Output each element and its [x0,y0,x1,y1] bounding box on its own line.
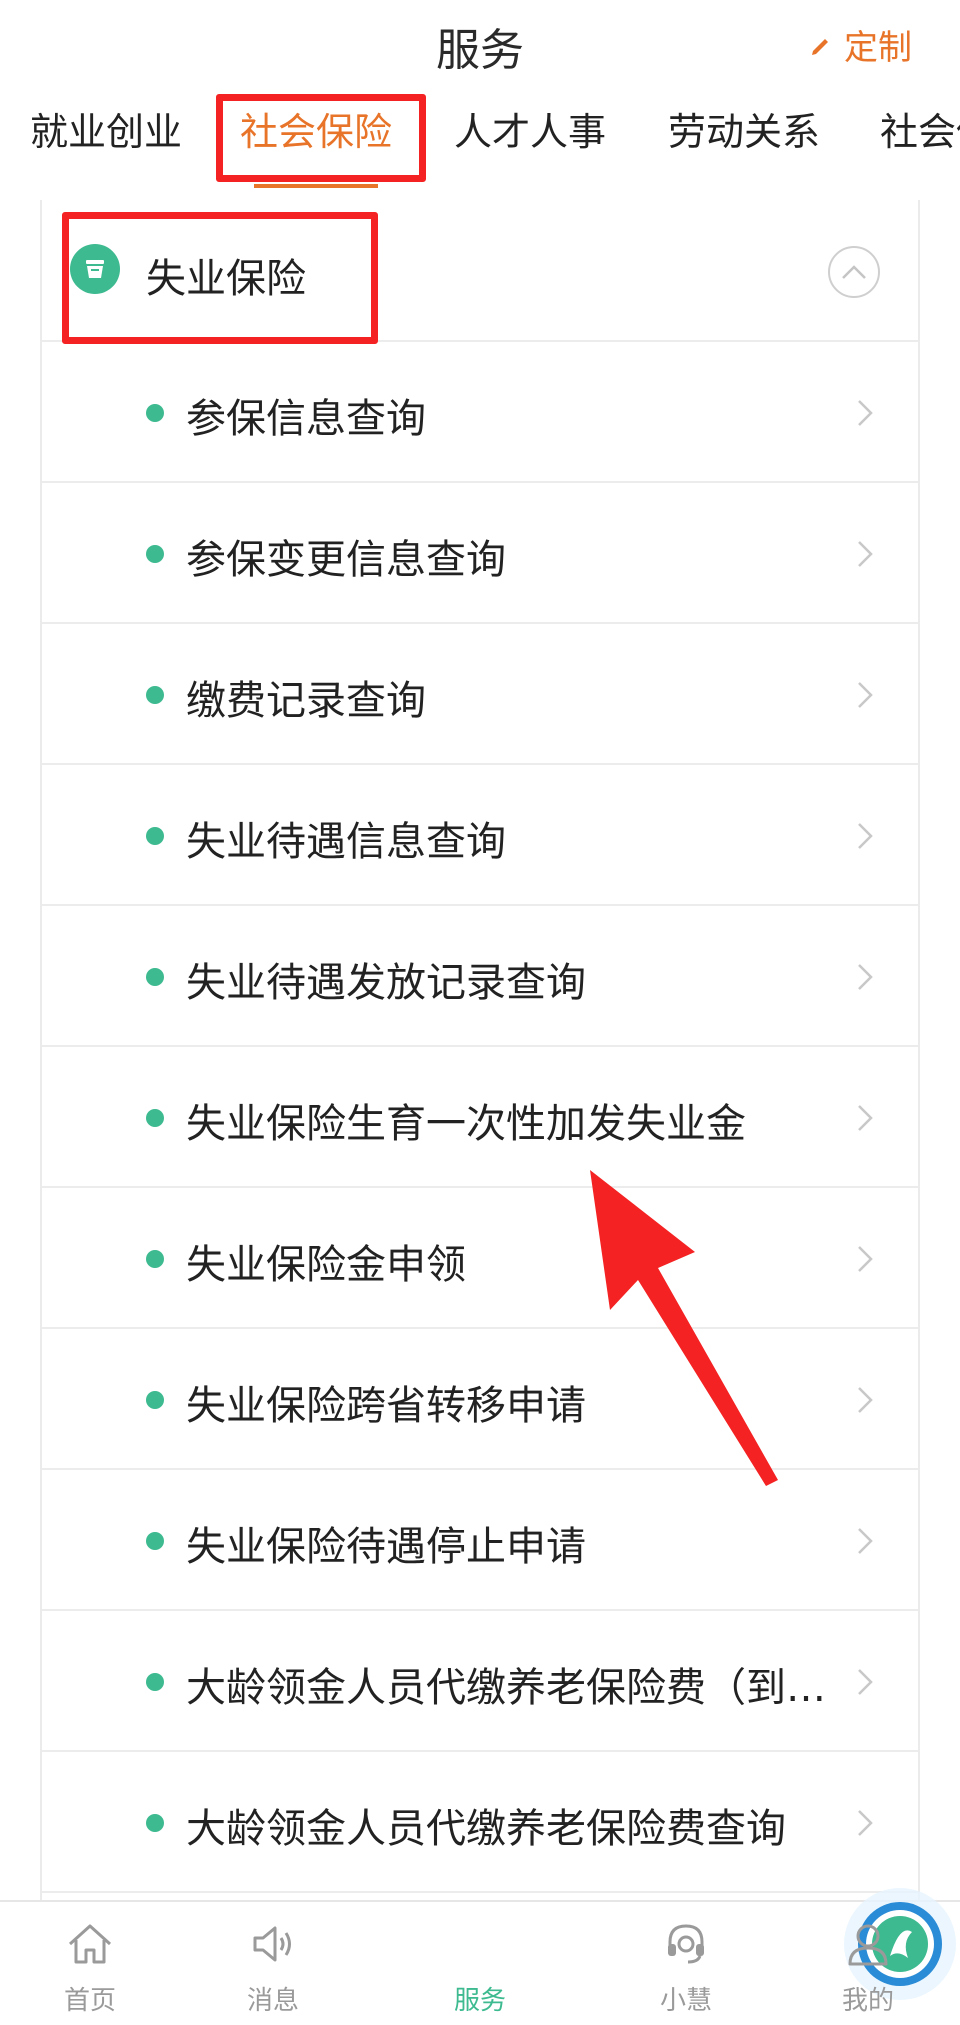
home-icon [68,1924,112,1964]
group-title: 失业保险 [146,256,306,302]
list-item[interactable]: 失业待遇信息查询 [42,765,918,906]
chevron-right-icon [858,1528,873,1554]
item-label: 失业保险金申领 [186,1242,466,1288]
tab-label: 人才人事 [454,110,607,154]
user-icon [848,1924,888,1966]
list-item[interactable]: 大龄领金人员代缴养老保险费（到… [42,1611,918,1752]
customize-label: 定制 [844,28,912,68]
bottom-nav: 首页 消息 服务 小慧 我的 [0,1888,960,2025]
speaker-icon [253,1926,291,1962]
service-list: 参保信息查询 参保变更信息查询 缴费记录查询 失业待遇信息查询 失业待遇发放记录 [42,342,918,1893]
customize-button[interactable]: 定制 [810,20,912,69]
list-item[interactable]: 失业保险跨省转移申请 [42,1329,918,1470]
nav-label: 消息 [246,1986,299,2016]
service-card: 失业保险 参保信息查询 参保变更信息查询 缴费记录查询 失业待遇信息查询 失业待… [40,200,920,1900]
list-item[interactable]: 参保信息查询 [42,342,918,483]
chevron-right-icon [858,541,873,567]
nav-label: 首页 [63,1986,116,2016]
list-item[interactable]: 缴费记录查询 [42,624,918,765]
nav-assistant[interactable]: 小慧 [626,1918,746,2017]
service-page: 服务 定制 就业创业 社会保险 人才人事 劳动关系 社会保 [0,0,960,2025]
tab-labor-relations[interactable]: 劳动关系 [660,92,828,192]
active-tab-underline [254,184,379,188]
nav-home[interactable]: 首页 [30,1918,150,2017]
item-label: 参保信息查询 [186,396,426,442]
chevron-right-icon [858,1105,873,1131]
header: 服务 定制 [0,0,960,88]
nav-label: 服务 [453,1986,506,2016]
nav-service[interactable]: 服务 [420,1888,956,2017]
bullet-dot [146,1391,164,1409]
list-item[interactable]: 失业待遇发放记录查询 [42,906,918,1047]
chevron-right-icon [858,1669,873,1695]
chevron-right-icon [858,1246,873,1272]
nav-label: 小慧 [659,1986,712,2016]
tab-talent[interactable]: 人才人事 [446,92,614,192]
collapse-button[interactable] [828,246,880,298]
tab-label: 社会保险 [240,110,393,154]
nav-label: 我的 [841,1986,894,2016]
bullet-dot [146,827,164,845]
tab-social-more[interactable]: 社会保 [872,92,960,192]
list-item[interactable]: 参保变更信息查询 [42,483,918,624]
insurance-icon [70,244,120,294]
bullet-dot [146,1532,164,1550]
item-label: 失业待遇信息查询 [186,819,506,865]
item-label: 大龄领金人员代缴养老保险费（到… [186,1665,826,1711]
tab-label: 就业创业 [30,110,183,154]
item-label: 失业保险待遇停止申请 [186,1524,586,1570]
item-label: 缴费记录查询 [186,678,426,724]
bullet-dot [146,1250,164,1268]
headset-icon [668,1924,704,1964]
bullet-dot [146,545,164,563]
item-label: 失业保险跨省转移申请 [186,1383,586,1429]
tab-label: 劳动关系 [668,110,821,154]
chevron-right-icon [858,964,873,990]
item-label: 失业保险生育一次性加发失业金 [186,1101,746,1147]
chevron-right-icon [858,1810,873,1836]
bullet-dot [146,1814,164,1832]
chevron-right-icon [858,1387,873,1413]
chevron-right-icon [858,823,873,849]
group-header[interactable]: 失业保险 [42,200,918,342]
list-item[interactable]: 失业保险待遇停止申请 [42,1470,918,1611]
chevron-right-icon [858,682,873,708]
bullet-dot [146,968,164,986]
item-label: 失业待遇发放记录查询 [186,960,586,1006]
bullet-dot [146,686,164,704]
category-tabs: 就业创业 社会保险 人才人事 劳动关系 社会保 [0,92,960,192]
pencil-icon [812,38,828,55]
bullet-dot [146,1673,164,1691]
item-label: 大龄领金人员代缴养老保险费查询 [186,1806,786,1852]
nav-messages[interactable]: 消息 [213,1918,333,2017]
tab-label: 社会保 [880,110,960,154]
list-item[interactable]: 失业保险生育一次性加发失业金 [42,1047,918,1188]
list-item[interactable]: 大龄领金人员代缴养老保险费查询 [42,1752,918,1893]
chevron-right-icon [858,400,873,426]
nav-profile[interactable]: 我的 [808,1918,928,2017]
bullet-dot [146,1109,164,1127]
chevron-up-icon [842,265,866,279]
item-label: 参保变更信息查询 [186,537,506,583]
list-item[interactable]: 失业保险金申领 [42,1188,918,1329]
bullet-dot [146,404,164,422]
tab-social-insurance[interactable]: 社会保险 [232,92,400,192]
tab-employment[interactable]: 就业创业 [22,92,190,192]
